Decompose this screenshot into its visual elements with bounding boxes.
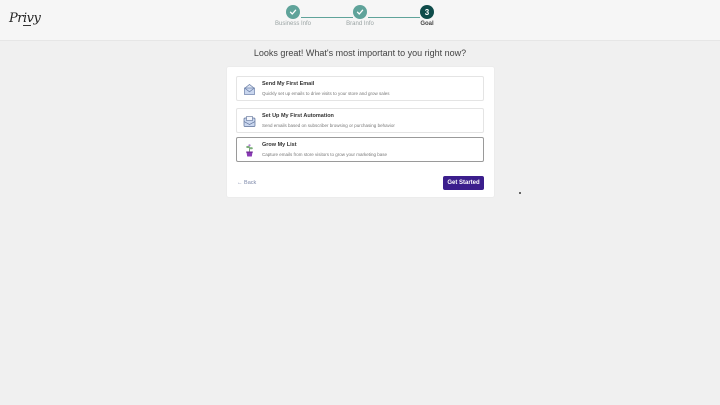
- page-heading: Looks great! What's most important to yo…: [253, 48, 467, 58]
- option-title: Send My First Email: [262, 81, 315, 87]
- option-title: Set Up My First Automation: [262, 113, 334, 119]
- step-label: Goal: [420, 21, 434, 27]
- option-title: Grow My List: [262, 142, 297, 148]
- check-icon: [286, 5, 300, 19]
- step-brand-info: Brand Info: [325, 5, 395, 27]
- mouse-pointer: [519, 192, 521, 194]
- option-description: Quickly set up emails to drive visits to…: [262, 91, 390, 96]
- back-link[interactable]: ← Back: [237, 180, 256, 186]
- step-number-badge: 3: [420, 5, 434, 19]
- envelope-icon: [242, 82, 257, 97]
- goal-card: Send My First Email Quickly set up email…: [227, 67, 494, 197]
- mailbox-icon: [242, 114, 257, 129]
- get-started-button[interactable]: Get Started: [443, 176, 484, 190]
- option-grow-my-list[interactable]: Grow My List Capture emails from store v…: [236, 137, 484, 162]
- step-goal: 3 Goal: [392, 5, 462, 27]
- step-business-info: Business Info: [258, 5, 328, 27]
- step-label: Brand Info: [346, 21, 374, 27]
- top-bar: Privy Business Info Brand Info 3 Goal: [0, 0, 720, 41]
- potted-plant-icon: [242, 143, 257, 158]
- progress-stepper: Business Info Brand Info 3 Goal: [0, 5, 720, 35]
- option-description: Capture emails from store visitors to gr…: [262, 152, 388, 157]
- option-description: Send emails based on subscriber browsing…: [262, 123, 395, 128]
- check-icon: [353, 5, 367, 19]
- step-label: Business Info: [274, 21, 312, 27]
- option-send-first-email[interactable]: Send My First Email Quickly set up email…: [236, 76, 484, 101]
- option-set-up-automation[interactable]: Set Up My First Automation Send emails b…: [236, 108, 484, 133]
